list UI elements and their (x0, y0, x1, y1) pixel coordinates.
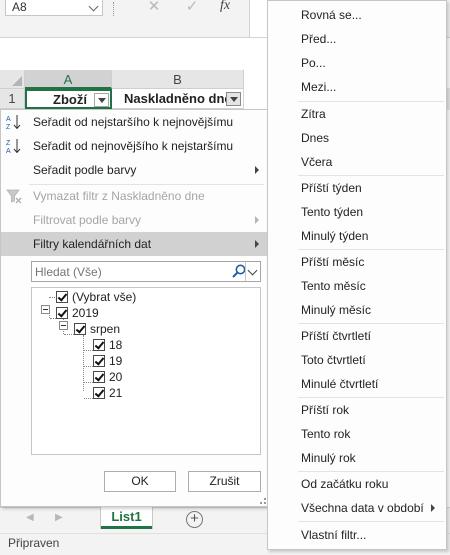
tree-node-label: srpen (90, 322, 121, 336)
menu-item-this-week[interactable]: Tento týden (268, 200, 446, 224)
tree-node-label: 18 (109, 338, 123, 352)
menu-item-last-month[interactable]: Minulý měsíc (268, 298, 446, 322)
resize-grip-icon[interactable] (260, 498, 266, 504)
name-box[interactable]: A8 (5, 0, 103, 16)
menu-item-this-quarter[interactable]: Toto čtvrtletí (268, 348, 446, 372)
cell-b1-text: Naskladněno dne (124, 91, 232, 106)
clear-filter[interactable]: Vymazat filtr z Naskladněno dne (1, 184, 268, 208)
submenu-arrow-icon (255, 166, 259, 174)
sort-by-color[interactable]: Seřadit podle barvy (1, 158, 268, 182)
filter-value-tree: (Vybrat vše) 2019 srpen 18 19 20 21 (31, 287, 261, 455)
collapse-icon[interactable] (59, 321, 68, 330)
tree-node-label: 19 (109, 354, 123, 368)
tree-node-label: 20 (109, 370, 123, 384)
menu-item-tomorrow[interactable]: Zítra (268, 102, 446, 126)
menu-item-next-quarter[interactable]: Příští čtvrtletí (268, 324, 446, 348)
sort-by-color-label: Seřadit podle barvy (33, 163, 137, 177)
formula-bar-separator (113, 2, 114, 16)
menu-item-this-month[interactable]: Tento měsíc (268, 274, 446, 298)
menu-item-after[interactable]: Po... (268, 51, 446, 75)
sort-newest-to-oldest[interactable]: Z A Seřadit od nejnovějšího k nejstarším… (1, 134, 268, 158)
add-sheet-icon[interactable]: + (186, 511, 203, 528)
select-all-corner[interactable] (0, 70, 25, 89)
cancel-entry-icon[interactable]: ✕ (143, 0, 165, 16)
sheet-tab-list1[interactable]: List1 (101, 507, 152, 529)
filter-by-color-label: Filtrovat podle barvy (33, 213, 142, 227)
sort-oldest-to-newest[interactable]: A Z Seřadit od nejstaršího k nejnovějším… (1, 110, 268, 134)
menu-item-next-year[interactable]: Příští rok (268, 398, 446, 422)
menu-item-next-month[interactable]: Příští měsíc (268, 250, 446, 274)
svg-text:Z: Z (6, 124, 11, 130)
svg-text:A: A (6, 116, 11, 123)
cell-b1[interactable]: Naskladněno dne (112, 89, 244, 109)
status-text: Připraven (8, 536, 60, 550)
submenu-arrow-icon (431, 504, 435, 512)
checkbox-icon[interactable] (56, 291, 68, 303)
column-header-a[interactable]: A (25, 70, 112, 89)
menu-item-all-dates-in-period-label: Všechna data v období (301, 501, 424, 515)
menu-item-before[interactable]: Před... (268, 27, 446, 51)
name-box-dropdown-icon[interactable] (88, 1, 99, 12)
checkbox-icon[interactable] (93, 387, 105, 399)
clear-filter-icon (6, 189, 22, 204)
column-header-b[interactable]: B (112, 70, 244, 89)
checkbox-icon[interactable] (93, 355, 105, 367)
date-filters-label: Filtry kalendářních dat (33, 237, 152, 251)
cancel-button[interactable]: Zrušit (188, 471, 261, 492)
name-box-value: A8 (12, 0, 27, 14)
confirm-entry-icon[interactable]: ✓ (181, 0, 203, 16)
menu-separator (298, 521, 444, 522)
tree-node-label: 2019 (72, 306, 99, 320)
clear-filter-label: Vymazat filtr z Naskladněno dne (33, 189, 205, 203)
filter-search-input[interactable] (32, 262, 232, 281)
menu-item-custom-filter[interactable]: Vlastní filtr... (268, 523, 446, 547)
menu-item-equals[interactable]: Rovná se... (268, 3, 446, 27)
tree-node-label: 21 (109, 386, 123, 400)
menu-item-all-dates-in-period[interactable]: Všechna data v období (268, 496, 446, 520)
search-options-dropdown-icon[interactable] (245, 262, 260, 281)
row-header-1[interactable]: 1 (0, 89, 25, 109)
sort-oldest-to-newest-label: Seřadit od nejstaršího k nejnovějšímu (33, 115, 234, 129)
sort-descending-icon: Z A (6, 139, 21, 154)
checkbox-icon[interactable] (56, 307, 68, 319)
sort-newest-to-oldest-label: Seřadit od nejnovějšího k nejstaršímu (33, 139, 234, 153)
sort-ascending-icon: A Z (6, 115, 21, 130)
menu-item-last-quarter[interactable]: Minulé čtvrtletí (268, 372, 446, 396)
prev-sheet-icon[interactable]: ◀ (26, 512, 34, 523)
date-filters[interactable]: Filtry kalendářních dat (1, 232, 268, 256)
next-sheet-icon[interactable]: ▶ (55, 512, 63, 523)
collapse-icon[interactable] (41, 305, 50, 314)
menu-item-today[interactable]: Dnes (268, 126, 446, 150)
filter-search-box (31, 261, 261, 282)
menu-item-yesterday[interactable]: Včera (268, 150, 446, 174)
cell-a1-text: Zboží (53, 92, 87, 107)
tree-node-label: (Vybrat vše) (72, 290, 137, 304)
insert-function-icon[interactable]: fx (220, 0, 230, 14)
filter-dropdown-a-icon[interactable] (94, 93, 109, 107)
submenu-arrow-icon (255, 240, 259, 248)
checkbox-icon[interactable] (93, 339, 105, 351)
ok-button[interactable]: OK (104, 471, 176, 492)
menu-item-year-to-date[interactable]: Od začátku roku (268, 472, 446, 496)
submenu-arrow-icon (255, 216, 259, 224)
svg-text:A: A (6, 148, 11, 154)
svg-text:Z: Z (6, 140, 11, 147)
autofilter-panel: A Z Seřadit od nejstaršího k nejnovějším… (0, 109, 269, 507)
filter-by-color[interactable]: Filtrovat podle barvy (1, 208, 268, 232)
menu-item-this-year[interactable]: Tento rok (268, 422, 446, 446)
checkbox-icon[interactable] (93, 371, 105, 383)
cell-a1[interactable]: Zboží (25, 89, 112, 109)
checkbox-icon[interactable] (74, 323, 86, 335)
menu-item-next-week[interactable]: Příští týden (268, 176, 446, 200)
tree-connector (64, 334, 74, 335)
menu-item-last-year[interactable]: Minulý rok (268, 446, 446, 470)
menu-item-last-week[interactable]: Minulý týden (268, 224, 446, 248)
filter-dropdown-b-icon[interactable] (226, 92, 241, 106)
menu-item-between[interactable]: Mezi... (268, 75, 446, 99)
date-filters-submenu: Rovná se... Před... Po... Mezi... Zítra … (267, 0, 447, 550)
